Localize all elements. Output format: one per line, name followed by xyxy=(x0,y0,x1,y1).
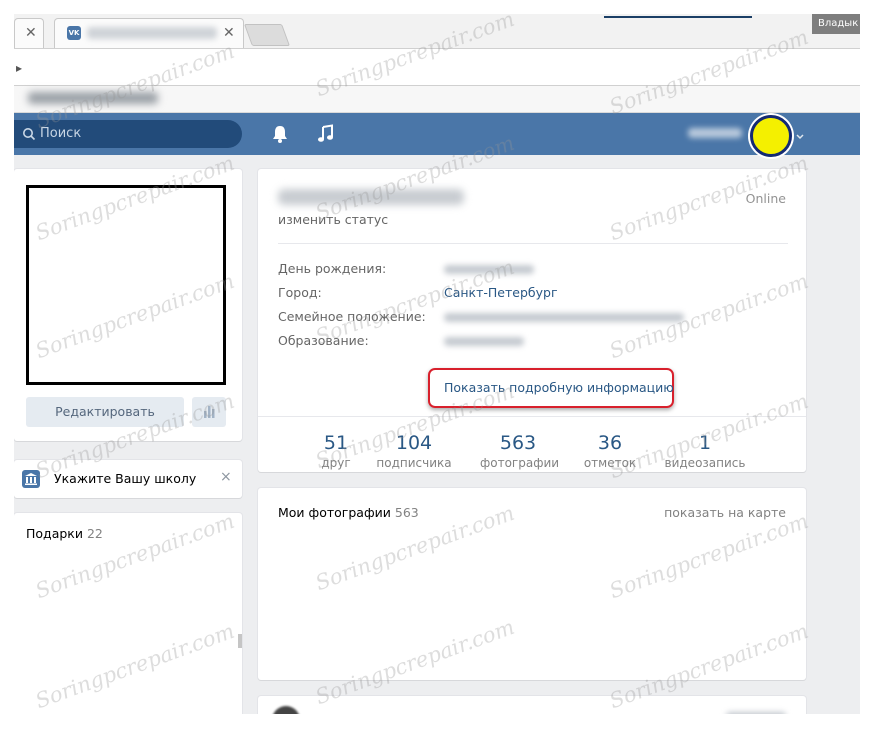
tab-previous[interactable]: ✕ xyxy=(14,18,44,48)
search-icon xyxy=(23,128,36,141)
bell-icon[interactable] xyxy=(270,124,290,144)
counter-label: друг xyxy=(321,456,351,470)
profile-photo[interactable] xyxy=(26,185,226,385)
profile-info-card: изменить статус Online День рождения: Го… xyxy=(258,169,806,472)
counter-videos[interactable]: 1 видеозапись xyxy=(662,432,748,470)
education-value-blurred[interactable] xyxy=(444,337,524,346)
counter-number: 104 xyxy=(395,432,433,454)
post-card xyxy=(258,696,806,714)
post-author-avatar[interactable] xyxy=(272,706,300,714)
user-name-blurred[interactable] xyxy=(688,128,742,138)
tab-title-blurred xyxy=(87,27,217,39)
tab-strip: ✕ VK ✕ Владык xyxy=(14,14,860,48)
counter-label: видеозапись xyxy=(664,456,746,470)
counter-number: 36 xyxy=(597,432,623,454)
relationship-value-blurred[interactable] xyxy=(444,313,684,322)
browser-window: ✕ VK ✕ Владык ▸ Поиск Редактировать Укаж… xyxy=(14,14,860,714)
progress-line xyxy=(604,16,752,18)
counter-number: 563 xyxy=(499,432,537,454)
address-cursor-icon: ▸ xyxy=(16,61,23,75)
online-status: Online xyxy=(745,191,786,206)
stats-icon xyxy=(204,406,215,418)
my-photos-title[interactable]: Мои фотографии 563 xyxy=(278,505,419,520)
post-meta-blurred xyxy=(726,712,786,714)
show-more-info-highlight: Показать подробную информацию xyxy=(428,368,674,408)
profile-photo-card: Редактировать xyxy=(14,169,242,441)
counter-label: фотографии xyxy=(480,456,560,470)
birthday-value-blurred[interactable] xyxy=(444,265,534,274)
counter-number: 1 xyxy=(698,432,712,454)
new-tab-button[interactable] xyxy=(243,24,291,46)
school-building-icon xyxy=(22,470,40,488)
my-photos-card: Мои фотографии 563 показать на карте xyxy=(258,488,806,680)
my-photos-label: Мои фотографии xyxy=(278,505,391,520)
bookmarks-bar xyxy=(14,86,860,113)
avatar[interactable] xyxy=(750,115,792,157)
city-label: Город: xyxy=(278,285,322,300)
school-prompt-text: Укажите Вашу школу xyxy=(54,471,197,486)
profile-name-blurred xyxy=(278,189,464,205)
gifts-count: 22 xyxy=(86,526,103,541)
counter-followers[interactable]: 104 подписчика xyxy=(376,432,452,470)
vk-logo-icon: VK xyxy=(67,26,81,40)
screenshot-canvas: ✕ VK ✕ Владык ▸ Поиск Редактировать Укаж… xyxy=(0,0,874,729)
city-value[interactable]: Санкт-Петербург xyxy=(444,285,558,300)
school-prompt-card[interactable]: Укажите Вашу школу × xyxy=(14,460,242,498)
close-icon[interactable]: × xyxy=(220,469,232,485)
gifts-title[interactable]: Подарки 22 xyxy=(26,526,103,541)
tab-vk-profile[interactable]: VK ✕ xyxy=(54,18,244,48)
relationship-label: Семейное положение: xyxy=(278,309,426,324)
tab-close-icon[interactable]: ✕ xyxy=(25,25,37,41)
vk-header: Поиск xyxy=(14,113,860,157)
counter-number: 51 xyxy=(323,432,349,454)
scrollbar-thumb[interactable] xyxy=(238,634,242,648)
window-user-label: Владык xyxy=(812,14,860,34)
chevron-down-icon[interactable] xyxy=(796,133,804,141)
bookmark-blurred[interactable] xyxy=(28,92,158,104)
stats-button[interactable] xyxy=(192,397,226,427)
divider xyxy=(278,243,788,244)
birthday-label: День рождения: xyxy=(278,261,387,276)
counter-label: отметок xyxy=(583,456,637,470)
search-placeholder: Поиск xyxy=(40,126,82,141)
change-status-link[interactable]: изменить статус xyxy=(278,212,388,227)
address-bar[interactable]: ▸ xyxy=(14,48,860,86)
counter-friends[interactable]: 51 друг xyxy=(308,432,364,470)
search-input[interactable]: Поиск xyxy=(14,120,242,148)
music-icon[interactable] xyxy=(316,124,336,144)
show-on-map-link[interactable]: показать на карте xyxy=(664,505,786,520)
my-photos-count: 563 xyxy=(394,505,419,520)
show-more-info-link[interactable]: Показать подробную информацию xyxy=(444,380,674,395)
edit-profile-button[interactable]: Редактировать xyxy=(26,397,184,427)
divider xyxy=(258,416,806,417)
counter-photos[interactable]: 563 фотографии xyxy=(480,432,560,470)
tab-close-icon[interactable]: ✕ xyxy=(223,25,235,41)
counter-tags[interactable]: 36 отметок xyxy=(580,432,640,470)
counter-label: подписчика xyxy=(376,456,452,470)
gifts-label: Подарки xyxy=(26,526,83,541)
education-label: Образование: xyxy=(278,333,369,348)
gifts-card: Подарки 22 xyxy=(14,513,242,714)
